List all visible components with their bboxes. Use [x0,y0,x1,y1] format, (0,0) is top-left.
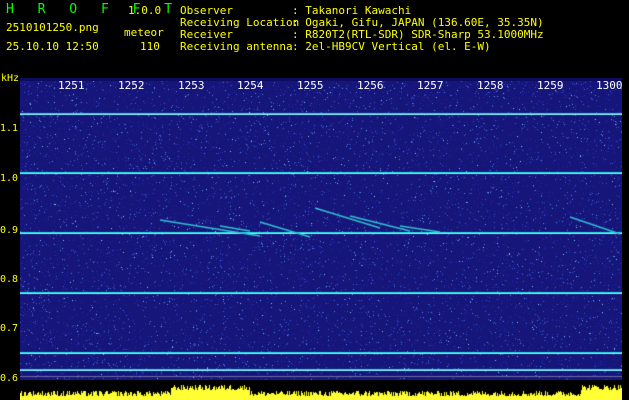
x-tick-1254: 1254 [237,79,264,92]
x-tick-1252: 1252 [118,79,145,92]
field-value-observer: : Takanori Kawachi [292,4,412,17]
x-tick-1255: 1255 [297,79,324,92]
y-tick-1.1: 1.1 [0,123,19,134]
y-tick-1.0: 1.0 [0,173,19,184]
mode-label: meteor [124,26,164,39]
y-axis-unit: kHz [1,73,20,84]
x-tick-1256: 1256 [357,79,384,92]
y-tick-0.7: 0.7 [0,323,19,334]
x-tick-1300: 1300 [596,79,623,92]
app-version: 1.0.0 [128,4,162,17]
x-tick-1251: 1251 [58,79,85,92]
meteor-trails [20,80,622,385]
field-label-location: Receiving Location [180,16,300,29]
header-panel: H R O F F T 1.0.0 2510101250.png meteor … [0,0,629,72]
field-label-observer: Observer [180,4,233,17]
datetime: 25.10.10 12:50 [6,40,99,53]
y-tick-0.8: 0.8 [0,274,19,285]
field-label-antenna: Receiving antenna [180,40,293,53]
filename: 2510101250.png [6,21,99,34]
activity-bar [20,380,622,400]
count: 110 [140,40,160,53]
y-tick-0.6: 0.6 [0,373,19,384]
field-value-location: : Ogaki, Gifu, JAPAN (136.60E, 35.35N) [292,16,544,29]
x-tick-1253: 1253 [178,79,205,92]
x-tick-1257: 1257 [417,79,444,92]
field-value-antenna: : 2el-HB9CV Vertical (el. E-W) [292,40,491,53]
y-tick-0.9: 0.9 [0,225,19,236]
spectrogram [20,80,622,385]
field-label-receiver: Receiver [180,28,233,41]
x-tick-1258: 1258 [477,79,504,92]
x-tick-1259: 1259 [537,79,564,92]
field-value-receiver: : R820T2(RTL-SDR) SDR-Sharp 53.1000MHz [292,28,544,41]
